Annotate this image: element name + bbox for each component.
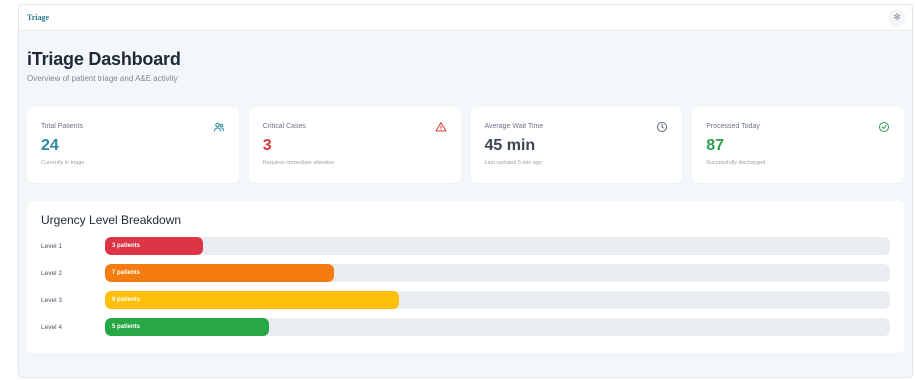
level-bar: 5 patients	[105, 318, 269, 336]
level-track: 7 patients	[105, 264, 890, 282]
card-processed-today: Processed Today 87 Successfully discharg…	[692, 107, 904, 183]
level-row: Level 3 9 patients	[41, 291, 890, 309]
level-track: 3 patients	[105, 237, 890, 255]
users-icon	[213, 122, 224, 132]
stat-cards: Total Patients 24 Currently in triage Cr…	[27, 107, 904, 183]
alert-triangle-icon	[435, 122, 446, 132]
level-track: 5 patients	[105, 318, 890, 336]
check-circle-icon	[879, 122, 889, 132]
level-row: Level 4 5 patients	[41, 318, 890, 336]
settings-icon[interactable]: ✻	[888, 8, 906, 27]
card-label: Average Wait Time	[484, 123, 544, 130]
page-title: iTriage Dashboard	[27, 49, 181, 69]
level-track: 9 patients	[105, 291, 890, 309]
card-sub: Requires immediate attention	[262, 160, 335, 166]
app-window: Triage ✻ iTriage Dashboard Overview of p…	[18, 4, 913, 378]
level-label: Level 1	[41, 242, 62, 250]
card-critical-cases: Critical Cases 3 Requires immediate atte…	[248, 107, 461, 183]
level-row: Level 1 3 patients	[41, 237, 890, 255]
clock-icon	[657, 122, 668, 132]
card-total-patients: Total Patients 24 Currently in triage	[27, 107, 239, 183]
card-sub: Last updated 5 min ago	[484, 160, 543, 166]
page-subtitle: Overview of patient triage and A&E activ…	[27, 74, 178, 83]
card-label: Processed Today	[706, 123, 760, 130]
level-bar: 9 patients	[105, 291, 400, 309]
brand-logo[interactable]: Triage	[27, 13, 49, 22]
level-bar-label: 3 patients	[112, 243, 141, 249]
card-value: 45 min	[484, 137, 536, 154]
level-row: Level 2 7 patients	[41, 264, 890, 282]
level-bar: 7 patients	[105, 264, 334, 282]
card-label: Total Patients	[41, 123, 84, 130]
level-label: Level 2	[41, 269, 62, 277]
card-value: 87	[706, 137, 725, 154]
level-bar: 3 patients	[105, 237, 204, 255]
level-bar-label: 7 patients	[112, 270, 141, 276]
level-label: Level 3	[41, 296, 62, 304]
card-value: 24	[41, 137, 59, 154]
urgency-breakdown: Urgency Level Breakdown Level 1 3 patien…	[27, 201, 904, 353]
card-value: 3	[262, 137, 272, 154]
card-label: Critical Cases	[262, 123, 306, 130]
card-sub: Currently in triage	[41, 160, 85, 166]
level-label: Level 4	[41, 323, 62, 331]
page-header: iTriage Dashboard Overview of patient tr…	[19, 31, 912, 83]
level-bar-label: 9 patients	[112, 297, 141, 303]
breakdown-title: Urgency Level Breakdown	[41, 213, 182, 227]
top-bar: Triage ✻	[19, 5, 912, 31]
level-bar-label: 5 patients	[112, 324, 141, 330]
card-average-wait: Average Wait Time 45 min Last updated 5 …	[470, 107, 683, 183]
card-sub: Successfully discharged	[706, 160, 766, 166]
